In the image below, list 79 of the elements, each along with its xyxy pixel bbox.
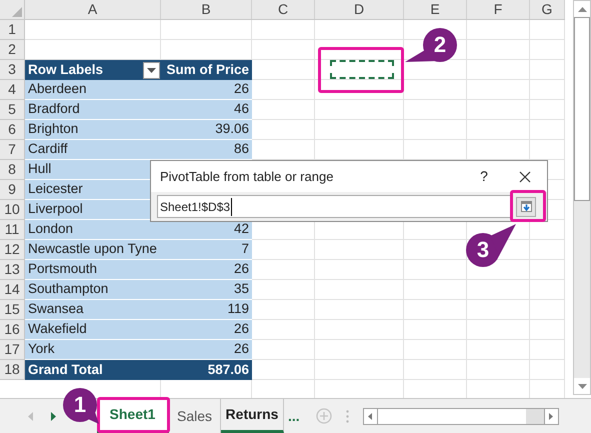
filter-dropdown-button[interactable] — [143, 62, 160, 78]
callout-bubble — [405, 28, 457, 62]
table-cell: 587.06 — [161, 360, 252, 380]
more-sheets-button[interactable]: ... — [284, 399, 304, 433]
column-header[interactable]: D — [315, 0, 404, 19]
dialog-title: PivotTable from table or range — [160, 168, 334, 186]
table-cell: Bradford — [25, 100, 161, 120]
callout-number: 1 — [72, 392, 88, 418]
row-header[interactable]: 5 — [0, 100, 25, 120]
scroll-down-icon[interactable] — [578, 384, 586, 388]
vertical-scrollbar[interactable] — [573, 0, 591, 395]
sheet-tab[interactable]: Sales — [169, 399, 221, 433]
row-header[interactable]: 15 — [0, 300, 25, 320]
scrollbar-thumb[interactable] — [574, 17, 590, 201]
table-cell: Wakefield — [25, 320, 161, 340]
splitter-handle-icon[interactable] — [346, 410, 349, 422]
scrollbar-thumb[interactable] — [378, 408, 526, 424]
table-cell: Southampton — [25, 280, 161, 300]
row-header[interactable]: 13 — [0, 260, 25, 280]
table-cell: London — [25, 220, 161, 240]
table-cell: 119 — [161, 300, 252, 320]
table-cell: 39.06 — [161, 120, 252, 140]
table-cell: 26 — [161, 340, 252, 360]
table-cell: 26 — [161, 260, 252, 280]
table-cell: 42 — [161, 220, 252, 240]
callout-bubble — [466, 224, 516, 267]
help-button[interactable]: ? — [475, 166, 493, 187]
column-header[interactable]: A — [25, 0, 161, 19]
table-cell: Aberdeen — [25, 80, 161, 100]
horizontal-scrollbar[interactable] — [362, 408, 559, 424]
header-cell: Sum of Price — [161, 60, 252, 80]
close-button[interactable] — [517, 168, 533, 184]
scroll-left-icon[interactable] — [368, 412, 372, 420]
row-header[interactable]: 16 — [0, 320, 25, 340]
table-cell: Grand Total — [25, 360, 161, 380]
row-header[interactable]: 9 — [0, 180, 25, 200]
table-cell: Swansea — [25, 300, 161, 320]
table-cell: York — [25, 340, 161, 360]
row-header[interactable]: 2 — [0, 40, 25, 60]
header-label: Row Labels — [28, 60, 104, 79]
table-cell: 86 — [161, 140, 252, 160]
row-header[interactable]: 14 — [0, 280, 25, 300]
column-header[interactable]: B — [161, 0, 252, 19]
callout-highlight — [510, 190, 546, 222]
caret-icon — [147, 68, 156, 72]
row-header[interactable]: 1 — [0, 20, 25, 40]
table-cell: Newcastle upon Tyne — [25, 240, 161, 260]
row-header[interactable]: 8 — [0, 160, 25, 180]
callout-number: 2 — [432, 32, 448, 58]
row-header[interactable]: 10 — [0, 200, 25, 220]
scroll-right-icon[interactable] — [549, 412, 554, 420]
row-header[interactable]: 18 — [0, 360, 25, 380]
selection-marquee — [330, 60, 394, 79]
table-cell: Cardiff — [25, 140, 161, 160]
table-cell: 46 — [161, 100, 252, 120]
table-cell: Portsmouth — [25, 260, 161, 280]
callout-number: 3 — [476, 237, 490, 263]
row-header[interactable]: 7 — [0, 140, 25, 160]
next-sheet-icon[interactable] — [51, 412, 56, 420]
column-header[interactable]: C — [252, 0, 315, 19]
row-header[interactable]: 6 — [0, 120, 25, 140]
row-header[interactable]: 12 — [0, 240, 25, 260]
row-header[interactable]: 3 — [0, 60, 25, 80]
table-cell: 35 — [161, 280, 252, 300]
table-cell: 26 — [161, 80, 252, 100]
range-input-field[interactable]: Sheet1!$D$3 — [157, 195, 512, 218]
table-cell: 26 — [161, 320, 252, 340]
row-header[interactable]: 4 — [0, 80, 25, 100]
scroll-up-icon[interactable] — [578, 6, 586, 12]
column-header[interactable]: F — [467, 0, 530, 19]
row-header[interactable]: 17 — [0, 340, 25, 360]
row-header[interactable]: 11 — [0, 220, 25, 240]
sheet-tab[interactable]: Returns — [221, 399, 284, 433]
table-cell: 7 — [161, 240, 252, 260]
range-select-icon — [520, 201, 532, 212]
table-cell: Brighton — [25, 120, 161, 140]
column-header[interactable]: E — [404, 0, 467, 19]
callout-bubble — [63, 388, 99, 424]
collapse-dialog-button[interactable] — [516, 196, 536, 216]
